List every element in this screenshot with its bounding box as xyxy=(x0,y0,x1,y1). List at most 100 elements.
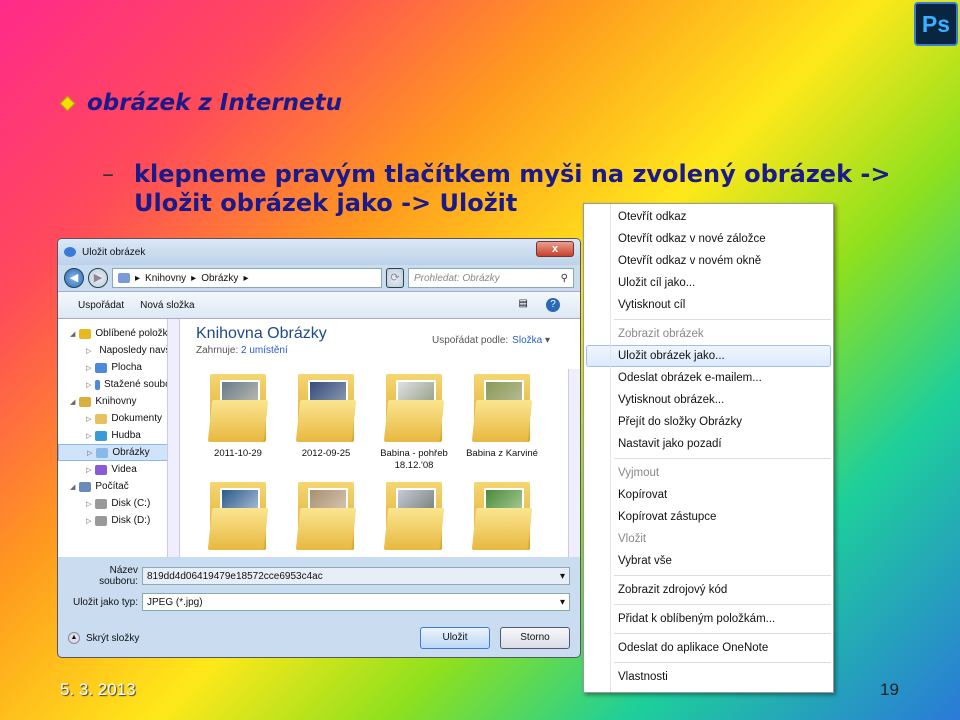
folder-icon xyxy=(95,379,100,390)
folder-item[interactable] xyxy=(194,478,282,556)
nav-item[interactable]: ◢ Oblíbené položky xyxy=(58,325,179,342)
back-icon[interactable]: ◀ xyxy=(64,268,84,288)
nav-item[interactable]: ◢ Knihovny xyxy=(58,393,179,410)
dialog-footer: Název souboru: 819dd4d06419479e18572cce6… xyxy=(58,557,580,655)
refresh-icon[interactable]: ⟳ xyxy=(386,268,404,288)
nav-item-label: Plocha xyxy=(111,362,142,373)
breadcrumb-item[interactable]: Obrázky xyxy=(201,273,238,284)
chevron-down-icon[interactable]: ▾ xyxy=(560,597,565,608)
nav-item-label: Knihovny xyxy=(95,396,137,407)
menu-item[interactable]: Otevřít odkaz v novém okně xyxy=(584,250,833,272)
menu-item[interactable]: Vybrat vše xyxy=(584,550,833,572)
nav-item-label: Počítač xyxy=(95,481,129,492)
menu-item[interactable]: Odeslat obrázek e-mailem... xyxy=(584,367,833,389)
breadcrumb-item[interactable]: Knihovny xyxy=(145,273,186,284)
content-scrollbar[interactable] xyxy=(568,369,580,557)
collapsed-arrow-icon[interactable]: ▷ xyxy=(86,381,91,389)
view-icon[interactable]: ▤ xyxy=(519,298,528,312)
forward-icon[interactable]: ▶ xyxy=(88,268,108,288)
collapsed-arrow-icon[interactable]: ▷ xyxy=(86,415,91,423)
collapsed-arrow-icon[interactable]: ▷ xyxy=(87,449,92,457)
folder-item[interactable] xyxy=(282,478,370,556)
save-button[interactable]: Uložit xyxy=(420,627,490,649)
menu-item[interactable]: Kopírovat zástupce xyxy=(584,506,833,528)
close-button[interactable]: x xyxy=(536,241,574,257)
chevron-down-icon[interactable]: ▾ xyxy=(560,571,565,582)
collapsed-arrow-icon[interactable]: ▷ xyxy=(86,347,91,355)
folder-icon xyxy=(79,481,92,492)
menu-item[interactable]: Vytisknout obrázek... xyxy=(584,389,833,411)
breadcrumb-sep-icon: ▸ xyxy=(191,272,197,284)
nav-item-label: Oblíbené položky xyxy=(95,328,173,339)
menu-item[interactable]: Vytisknout cíl xyxy=(584,294,833,316)
expanded-arrow-icon[interactable]: ◢ xyxy=(70,330,75,338)
folder-name: 2011-10-29 xyxy=(214,448,262,459)
filetype-select[interactable]: JPEG (*.jpg) ▾ xyxy=(142,593,570,611)
menu-item[interactable]: Otevřít odkaz xyxy=(584,206,833,228)
search-input[interactable]: Prohledat: Obrázky ⚲ xyxy=(408,268,574,288)
menu-item[interactable]: Odeslat do aplikace OneNote xyxy=(584,637,833,659)
filetype-value: JPEG (*.jpg) xyxy=(147,596,203,608)
nav-item[interactable]: ▷ Dokumenty xyxy=(58,410,179,427)
folder-name: Babina - pohřeb 18.12.'08 xyxy=(380,448,448,471)
new-folder-button[interactable]: Nová složka xyxy=(140,300,194,311)
filename-field[interactable]: 819dd4d06419479e18572cce6953c4ac ▾ xyxy=(142,567,570,585)
subtitle-line-1: klepneme pravým tlačítkem myši na zvolen… xyxy=(134,160,891,188)
nav-item[interactable]: ▷ Disk (C:) xyxy=(58,495,179,512)
menu-item[interactable]: Uložit obrázek jako... xyxy=(586,345,831,367)
folder-item[interactable]: 2011-10-29 xyxy=(194,370,282,472)
collapsed-arrow-icon[interactable]: ▷ xyxy=(86,364,91,372)
browser-icon xyxy=(64,247,76,257)
menu-separator xyxy=(614,633,831,634)
nav-item[interactable]: ▷ Plocha xyxy=(58,359,179,376)
nav-item[interactable]: ▷ Disk (D:) xyxy=(58,512,179,529)
dialog-titlebar[interactable]: Uložit obrázek x xyxy=(58,239,580,265)
slide-title: obrázek z Internetu xyxy=(59,90,342,116)
organize-button[interactable]: Uspořádat xyxy=(78,300,124,311)
folder-item[interactable] xyxy=(370,478,458,556)
menu-item[interactable]: Přidat k oblíbeným položkám... xyxy=(584,608,833,630)
nav-item[interactable]: ▷Naposledy navštívené xyxy=(58,342,179,359)
cancel-button[interactable]: Storno xyxy=(500,627,570,649)
address-field[interactable]: ▸ Knihovny ▸ Obrázky ▸ xyxy=(112,268,382,288)
dialog-body: ◢Oblíbené položky▷Naposledy navštívené▷P… xyxy=(58,319,580,557)
menu-item[interactable]: Zobrazit zdrojový kód xyxy=(584,579,833,601)
nav-gap xyxy=(58,529,179,537)
expanded-arrow-icon[interactable]: ◢ xyxy=(70,398,75,406)
collapsed-arrow-icon[interactable]: ▷ xyxy=(86,466,91,474)
nav-item[interactable]: ▷ Stažené soubory xyxy=(58,376,179,393)
nav-scrollbar[interactable] xyxy=(167,319,179,557)
nav-item[interactable]: ◢ Počítač xyxy=(58,478,179,495)
folder-item[interactable] xyxy=(458,478,546,556)
nav-item-label: Videa xyxy=(111,464,137,475)
hide-folders-toggle[interactable]: ▲ Skrýt složky xyxy=(68,632,410,644)
picture-folder-icon xyxy=(294,478,358,554)
photoshop-logo-icon: Ps xyxy=(914,2,958,46)
nav-item[interactable]: ▷ Hudba xyxy=(58,427,179,444)
folder-icon xyxy=(96,447,109,458)
collapsed-arrow-icon[interactable]: ▷ xyxy=(86,517,91,525)
menu-item[interactable]: Otevřít odkaz v nové záložce xyxy=(584,228,833,250)
menu-item[interactable]: Přejít do složky Obrázky xyxy=(584,411,833,433)
nav-item[interactable]: ▷ Videa xyxy=(58,461,179,478)
collapsed-arrow-icon[interactable]: ▷ xyxy=(86,432,91,440)
help-icon[interactable]: ? xyxy=(546,298,560,312)
bullet-diamond-icon xyxy=(59,95,76,111)
folder-item[interactable]: 2012-09-25 xyxy=(282,370,370,472)
picture-folder-icon xyxy=(206,370,270,446)
folder-item[interactable]: Babina z Karviné xyxy=(458,370,546,472)
includes-label: Zahrnuje: xyxy=(196,345,239,356)
menu-item[interactable]: Vlastnosti xyxy=(584,666,833,688)
nav-item-label: Obrázky xyxy=(112,447,150,458)
menu-item[interactable]: Kopírovat xyxy=(584,484,833,506)
menu-item[interactable]: Uložit cíl jako... xyxy=(584,272,833,294)
folder-icon xyxy=(95,464,108,475)
nav-item[interactable]: ▷ Obrázky xyxy=(58,444,179,461)
includes-link[interactable]: 2 umístění xyxy=(241,345,288,356)
collapsed-arrow-icon[interactable]: ▷ xyxy=(86,500,91,508)
folder-name: Babina z Karviné xyxy=(466,448,538,459)
folder-item[interactable]: Babina - pohřeb 18.12.'08 xyxy=(370,370,458,472)
expanded-arrow-icon[interactable]: ◢ xyxy=(70,483,75,491)
arrange-dropdown[interactable]: Složka xyxy=(512,335,542,346)
menu-item[interactable]: Nastavit jako pozadí xyxy=(584,433,833,455)
